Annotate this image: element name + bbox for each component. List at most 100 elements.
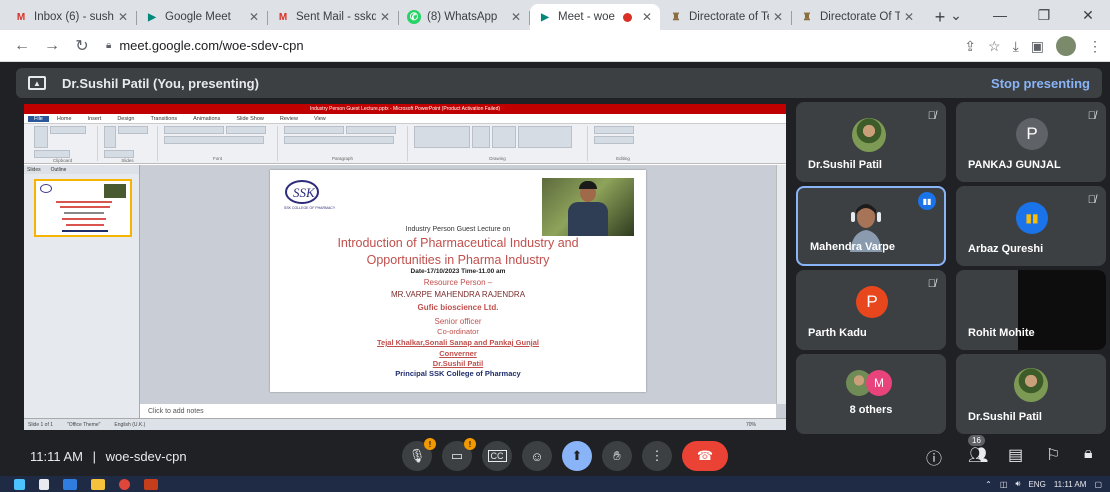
participant-tile-rohit-mohite[interactable]: 🎙̸ Rohit Mohite — [956, 270, 1106, 350]
reactions-button[interactable]: ☺ — [522, 441, 552, 471]
ribbon-group-font: Font — [158, 126, 278, 161]
forward-icon[interactable]: → — [40, 37, 64, 55]
participant-tile-others[interactable]: M 8 others — [796, 354, 946, 434]
participant-tile-mahendra-varpe[interactable]: ▮▮ Mahendra Varpe — [796, 186, 946, 266]
participant-name: Mahendra Varpe — [810, 241, 895, 253]
file-explorer-icon[interactable] — [91, 478, 105, 490]
slide-coordinators: Tejal Khalkar,Sonali Sanap and Pankaj Gu… — [377, 338, 539, 347]
chrome-icon[interactable] — [119, 478, 130, 490]
browser-tab-meet-active[interactable]: ▶ Meet - woe ✕ — [530, 4, 660, 30]
close-icon[interactable]: ✕ — [773, 10, 783, 24]
emblem-icon: ♜ — [802, 11, 812, 23]
present-screen-icon: ▲ — [28, 76, 46, 90]
chat-icon[interactable]: ▤ — [1008, 445, 1023, 465]
participant-avatar-letter: M — [866, 370, 892, 396]
participant-avatar-letter: P — [1016, 118, 1048, 150]
windows-start-icon[interactable] — [14, 478, 25, 490]
ppt-tab-slideshow: Slide Show — [236, 115, 264, 122]
participant-name: Dr.Sushil Patil — [968, 411, 1042, 423]
leave-call-button[interactable]: ☎ — [682, 441, 728, 471]
slide-heading-2: Opportunities in Pharma Industry — [366, 253, 550, 267]
browser-tab-whatsapp[interactable]: ✆ (8) WhatsApp ✕ — [399, 4, 530, 30]
ribbon-group-label: Paragraph — [331, 156, 353, 161]
slide-principal: Principal SSK College of Pharmacy — [395, 369, 521, 378]
ppt-tab-review: Review — [279, 115, 298, 122]
browser-tab-sent-mail[interactable]: M Sent Mail - sskd ✕ — [268, 4, 399, 30]
slide-convener-label: Converner — [439, 349, 477, 358]
slide-resource-label: Resource Person – — [423, 278, 493, 287]
tray-network-icon[interactable]: ◫ — [1000, 480, 1008, 489]
more-options-button[interactable]: ⋮ — [642, 441, 672, 471]
close-icon[interactable]: ✕ — [904, 10, 914, 24]
ppt-title-bar: Industry Person Guest Lecture.pptx - Mic… — [24, 104, 786, 114]
bookmark-star-icon[interactable]: ☆ — [988, 38, 1001, 55]
more-vert-icon[interactable]: ⋮ — [1088, 38, 1102, 55]
present-screen-icon: ⬆ — [571, 448, 583, 463]
participant-tile-pankaj-gunjal[interactable]: 🎙̸ P PANKAJ GUNJAL — [956, 102, 1106, 182]
meeting-details-icon[interactable]: ⓘ — [926, 445, 942, 469]
download-icon[interactable]: ⤓ — [1013, 38, 1019, 55]
slide-thumbnail — [34, 179, 132, 237]
powerpoint-icon[interactable] — [144, 478, 158, 490]
sidepanel-icon[interactable]: ▣ — [1031, 38, 1044, 55]
participant-tile-sushil-patil[interactable]: 🎙̸ Dr.Sushil Patil — [796, 102, 946, 182]
close-icon[interactable]: ✕ — [380, 10, 390, 24]
meet-icon: ▶ — [148, 11, 156, 23]
ppt-tab-view: View — [313, 115, 326, 122]
ppt-tab-animations: Animations — [193, 115, 221, 122]
activities-icon[interactable]: ⚐ — [1046, 445, 1060, 465]
ppt-window-title: Industry Person Guest Lecture.pptx - Mic… — [309, 106, 501, 112]
url-field[interactable]: 🔒︎ meet.google.com/woe-sdev-cpn — [106, 38, 304, 53]
microphone-button[interactable]: 🎙︎ ! — [402, 438, 436, 471]
ppt-tab-home: Home — [56, 115, 72, 122]
slide-coordinator-label: Co-ordinator — [437, 327, 479, 336]
chevron-down-icon[interactable]: ⌄ — [934, 0, 978, 30]
close-icon[interactable]: ✕ — [118, 10, 128, 24]
tab-title: Meet - woe — [558, 11, 615, 23]
reload-icon[interactable]: ↻ — [70, 36, 94, 56]
participant-name: Rohit Mohite — [968, 327, 1035, 339]
hand-icon: ✋︎ — [613, 448, 621, 463]
stop-presenting-button[interactable]: Stop presenting — [991, 76, 1090, 91]
share-icon[interactable]: ⇪ — [964, 38, 976, 55]
mic-off-icon: 🎙̸ — [1087, 110, 1096, 122]
present-button[interactable]: ⬆ — [562, 441, 592, 471]
windows-taskbar: ⌃ ◫ 🔊︎ ENG 11:11 AM ▢ — [0, 476, 1110, 492]
slide-resource-name: MR.VARPE MAHENDRA RAJENDRA — [390, 290, 526, 299]
tab-title: Directorate Of Te — [820, 11, 900, 23]
close-icon[interactable]: ✕ — [642, 10, 652, 24]
captions-button[interactable]: CC — [482, 441, 512, 471]
address-bar: ← → ↻ 🔒︎ meet.google.com/woe-sdev-cpn ⇪ … — [0, 30, 1110, 62]
slide-date: Date-17/10/2023 Time-11.00 am — [410, 268, 506, 275]
browser-tab-inbox[interactable]: M Inbox (6) - sushi ✕ — [6, 4, 137, 30]
speaking-indicator-icon: ▮▮ — [918, 192, 936, 210]
ppt-workspace: Slides Outline SSK SSK COLLEGE OF PHARMA… — [24, 165, 786, 418]
microphone-icon: 🎙︎ — [408, 448, 426, 463]
profile-avatar[interactable] — [1056, 36, 1076, 56]
browser-tab-directorate-2[interactable]: ♜ Directorate Of Te ✕ — [792, 4, 922, 30]
close-window-icon[interactable]: ✕ — [1066, 0, 1110, 30]
people-icon: 👥︎ — [968, 447, 989, 464]
tray-volume-icon[interactable]: 🔊︎ — [1015, 479, 1020, 489]
close-icon[interactable]: ✕ — [511, 10, 521, 24]
edge-icon[interactable] — [63, 478, 77, 490]
participant-tile-self[interactable]: Dr.Sushil Patil — [956, 354, 1106, 434]
tray-chevron-icon[interactable]: ⌃ — [985, 480, 992, 489]
task-view-icon[interactable] — [39, 478, 49, 490]
tray-notification-icon[interactable]: ▢ — [1094, 480, 1102, 489]
browser-tab-google-meet[interactable]: ▶ Google Meet ✕ — [137, 4, 268, 30]
close-icon[interactable]: ✕ — [249, 10, 259, 24]
tray-clock[interactable]: 11:11 AM — [1054, 480, 1087, 489]
restore-icon[interactable]: ❐ — [1022, 0, 1066, 30]
camera-button[interactable]: ▭ ! — [442, 438, 476, 471]
ppt-slides-pane: Slides Outline — [24, 165, 140, 418]
minimize-icon[interactable]: — — [978, 0, 1022, 30]
people-button[interactable]: 👥︎ 16 — [968, 435, 989, 465]
raise-hand-button[interactable]: ✋︎ — [602, 441, 632, 471]
participant-tile-parth-kadu[interactable]: 🎙̸ P Parth Kadu — [796, 270, 946, 350]
tray-language[interactable]: ENG — [1028, 480, 1045, 489]
back-icon[interactable]: ← — [10, 37, 34, 55]
browser-tab-directorate-1[interactable]: ♜ Directorate of Te ✕ — [661, 4, 792, 30]
host-controls-icon[interactable]: 🔒︎ — [1084, 445, 1093, 463]
participant-tile-arbaz-qureshi[interactable]: 🎙̸ ▮▮ Arbaz Qureshi — [956, 186, 1106, 266]
